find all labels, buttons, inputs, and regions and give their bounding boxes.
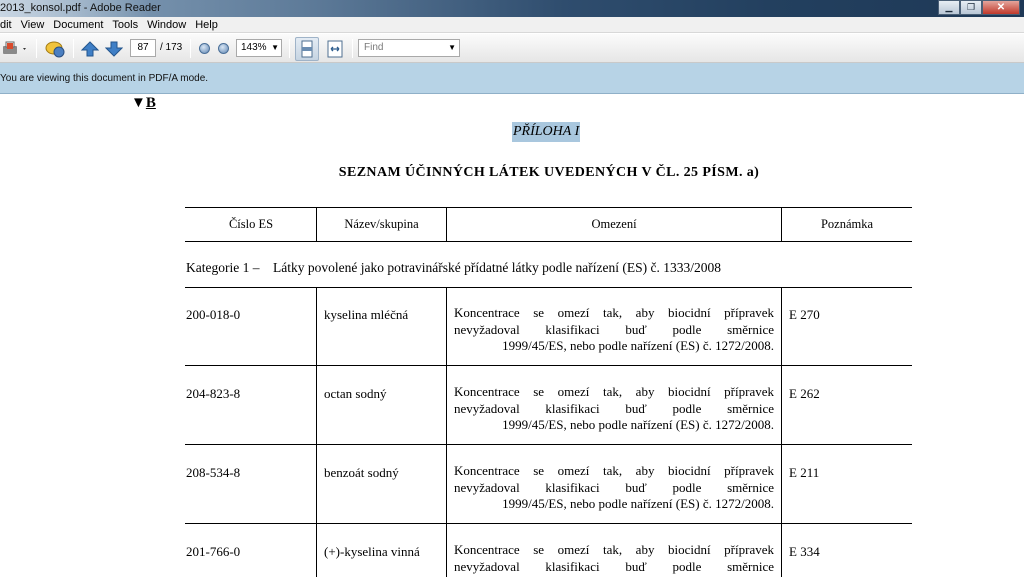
find-placeholder: Find — [364, 42, 384, 53]
toolbar-separator — [36, 39, 37, 58]
previous-page-icon[interactable] — [80, 38, 100, 59]
restriction-line: 1999/45/ES, nebo podle nařízení (ES) č. … — [502, 338, 774, 353]
restriction-line: nevyžadoval klasifikaci buď podle směrni… — [454, 558, 774, 574]
close-button[interactable]: ✕ — [982, 0, 1020, 15]
menu-bar: dit View Document Tools Window Help — [0, 17, 1024, 33]
toolbar: 87 / 173 143% ▼ Find ▼ — [0, 34, 1024, 63]
menu-document[interactable]: Document — [53, 19, 110, 31]
restriction-line: nevyžadoval klasifikaci buď podle směrni… — [454, 479, 774, 495]
table-cell-es: 201-766-0 — [186, 544, 241, 559]
zoom-level-value: 143% — [241, 42, 267, 53]
pdfa-info-bar: You are viewing this document in PDF/A m… — [0, 63, 1024, 94]
restriction-line: 1999/45/ES, nebo podle nařízení (ES) č. … — [502, 417, 774, 432]
table-cell-name: (+)-kyselina vinná — [324, 544, 420, 559]
restriction-line: Koncentrace se omezí tak, aby biocidní p… — [454, 542, 774, 557]
page-number-input[interactable]: 87 — [130, 39, 156, 57]
comment-icon[interactable] — [42, 38, 68, 59]
restriction-line: nevyžadoval klasifikaci buď podle směrni… — [454, 400, 774, 416]
chevron-down-icon: ▼ — [271, 43, 279, 52]
minimize-button[interactable]: ▁ — [938, 0, 960, 15]
table-cell-name: kyselina mléčná — [324, 307, 409, 322]
zoom-level-select[interactable]: 143% ▼ — [236, 39, 282, 57]
table-cell-note: E 262 — [789, 386, 820, 401]
table-border — [185, 444, 912, 445]
restriction-line: Koncentrace se omezí tak, aby biocidní p… — [454, 384, 774, 399]
table-cell-restriction: Koncentrace se omezí tak, aby biocidní p… — [454, 384, 774, 434]
zoom-out-icon[interactable] — [197, 38, 211, 59]
column-header-name: Název/skupina — [344, 217, 419, 231]
annex-title: PŘÍLOHA I — [512, 122, 581, 142]
table-cell-name: octan sodný — [324, 386, 387, 401]
toolbar-separator — [190, 39, 191, 58]
table-cell-restriction: Koncentrace se omezí tak, aby biocidní p… — [454, 463, 774, 513]
restriction-line: Koncentrace se omezí tak, aby biocidní p… — [454, 463, 774, 478]
triangle-down-icon: ▼ — [131, 95, 146, 111]
fit-width-icon[interactable] — [323, 38, 347, 59]
table-border — [185, 523, 912, 524]
restriction-line: 1999/45/ES, nebo podle nařízení (ES) č. … — [502, 496, 774, 511]
table-cell-es: 208-534-8 — [186, 465, 241, 480]
menu-tools[interactable]: Tools — [112, 19, 145, 31]
page-count: / 173 — [160, 42, 183, 53]
table-border — [185, 241, 912, 242]
zoom-in-icon[interactable] — [216, 38, 230, 59]
window-controls: ▁ ❐ ✕ — [938, 0, 1020, 15]
column-header-es: Číslo ES — [228, 217, 274, 231]
menu-window[interactable]: Window — [147, 19, 193, 31]
restriction-line: Koncentrace se omezí tak, aby biocidní p… — [454, 305, 774, 320]
fit-page-icon[interactable] — [295, 37, 319, 61]
table-cell-note: E 270 — [789, 307, 820, 322]
table-cell-es: 204-823-8 — [186, 386, 241, 401]
next-page-icon[interactable] — [104, 38, 124, 59]
menu-view[interactable]: View — [21, 19, 52, 31]
maximize-button[interactable]: ❐ — [960, 0, 982, 15]
chevron-down-icon: ▼ — [448, 43, 456, 52]
table-cell-note: E 211 — [789, 465, 820, 480]
table-cell-note: E 334 — [789, 544, 820, 559]
table-cell-es: 200-018-0 — [186, 307, 241, 322]
column-divider — [316, 287, 317, 577]
pdfa-message: You are viewing this document in PDF/A m… — [0, 73, 209, 84]
table-border — [185, 287, 912, 288]
window-title: 2013_konsol.pdf - Adobe Reader — [0, 2, 161, 14]
restriction-line: nevyžadoval klasifikaci buď podle směrni… — [454, 321, 774, 337]
menu-help[interactable]: Help — [195, 19, 225, 31]
print-icon[interactable] — [0, 38, 30, 59]
column-divider — [781, 287, 782, 577]
document-page[interactable]: ▼B PŘÍLOHA I SEZNAM ÚČINNÝCH LÁTEK UVEDE… — [0, 95, 1024, 577]
toolbar-separator — [73, 39, 74, 58]
window-titlebar[interactable]: 2013_konsol.pdf - Adobe Reader ▁ ❐ ✕ — [0, 0, 1024, 17]
table-cell-name: benzoát sodný — [324, 465, 399, 480]
marker-letter: B — [145, 95, 156, 111]
column-divider — [446, 287, 447, 577]
toolbar-separator — [289, 39, 290, 58]
find-input[interactable]: Find ▼ — [358, 39, 460, 57]
menu-edit[interactable]: dit — [0, 19, 19, 31]
column-header-note: Poznámka — [820, 217, 874, 231]
category-row: Kategorie 1 – Látky povolené jako potrav… — [186, 260, 721, 275]
table-border — [185, 365, 912, 366]
toolbar-separator — [352, 39, 353, 58]
amendment-marker: ▼B — [131, 95, 156, 112]
document-heading: SEZNAM ÚČINNÝCH LÁTEK UVEDENÝCH V ČL. 25… — [338, 165, 760, 180]
table-cell-restriction: Koncentrace se omezí tak, aby biocidní p… — [454, 305, 774, 355]
column-header-restriction: Omezení — [591, 217, 637, 231]
table-cell-restriction: Koncentrace se omezí tak, aby biocidní p… — [454, 542, 774, 575]
table-border — [185, 207, 912, 208]
